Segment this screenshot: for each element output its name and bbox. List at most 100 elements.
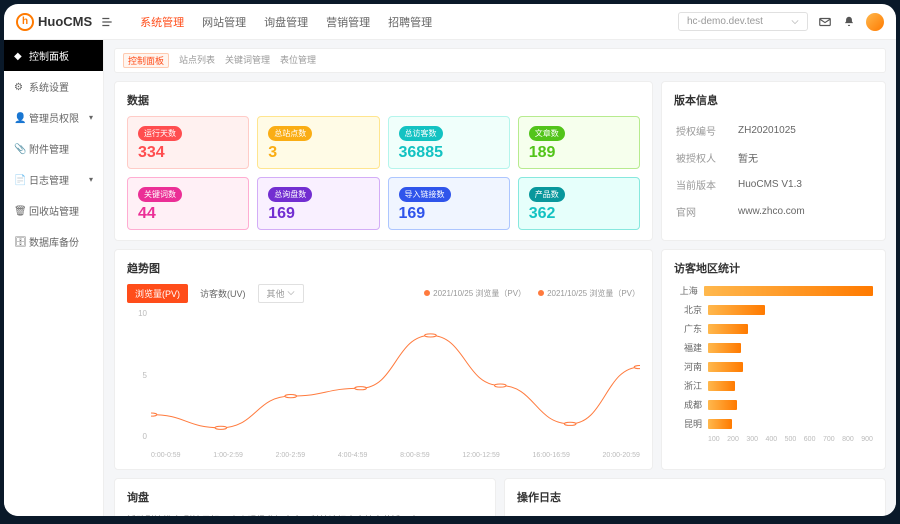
gear-icon: ⚙ xyxy=(14,82,24,92)
trend-chart: 1050 0:00-0:591:00-2:592:00-2:594:00-4:5… xyxy=(127,309,640,459)
stat-label: 总站点数 xyxy=(268,126,312,141)
stat-card: 产品数362 xyxy=(518,177,640,230)
oplog-panel: 操作日志 管理员334号更新了关于我们的内容。 2021-10-25 15:13 xyxy=(504,478,886,516)
stat-label: 导入链接数 xyxy=(399,187,451,202)
stat-card: 总访客数36885 xyxy=(388,116,510,169)
region-row: 成都 xyxy=(674,398,873,411)
mail-icon[interactable] xyxy=(818,15,832,29)
stat-label: 关键词数 xyxy=(138,187,182,202)
chevron-down-icon: ▾ xyxy=(89,113,93,122)
trash-icon: 🗑 xyxy=(14,206,24,216)
region-bar xyxy=(704,286,873,296)
region-label: 成都 xyxy=(674,398,702,411)
topnav-item[interactable]: 网站管理 xyxy=(202,14,246,30)
tab-pv[interactable]: 浏览量(PV) xyxy=(127,284,188,303)
region-bar xyxy=(708,400,737,410)
version-value: www.zhco.com xyxy=(738,199,871,224)
chevron-down-icon xyxy=(791,18,799,26)
region-row: 北京 xyxy=(674,303,873,316)
stat-card: 文章数 189 xyxy=(518,116,640,169)
region-panel: 访客地区统计 上海北京广东福建河南浙江成都昆明 1002003004005006… xyxy=(661,249,886,470)
sidebar: ◆控制面板⚙系统设置👤管理员权限▾📎附件管理📄日志管理▾🗑回收站管理🗄数据库备份 xyxy=(4,40,104,516)
region-bar xyxy=(708,381,735,391)
sidebar-item[interactable]: ◆控制面板 xyxy=(4,40,103,71)
domain-value: hc-demo.dev.test xyxy=(687,16,763,27)
stat-card: 总询盘数 169 xyxy=(257,177,379,230)
region-row: 福建 xyxy=(674,341,873,354)
sidebar-item[interactable]: 🗄数据库备份 xyxy=(4,226,103,257)
region-label: 河南 xyxy=(674,360,702,373)
region-row: 广东 xyxy=(674,322,873,335)
stat-label: 产品数 xyxy=(529,187,565,202)
version-key: 被授权人 xyxy=(676,145,736,170)
region-label: 福建 xyxy=(674,341,702,354)
sidebar-item[interactable]: 📄日志管理▾ xyxy=(4,164,103,195)
stat-value: 44 xyxy=(138,205,238,223)
region-label: 北京 xyxy=(674,303,702,316)
avatar[interactable] xyxy=(866,13,884,31)
breadcrumb-item[interactable]: 关键词管理 xyxy=(225,53,270,68)
inquiry-text: 活动引流推广 引流目标70人走现场参加大会，科技论坛大会地点黄浦，本周五举办。 xyxy=(127,513,421,516)
stat-card: 导入链接数 169 xyxy=(388,177,510,230)
topnav-item[interactable]: 招聘管理 xyxy=(388,14,432,30)
region-row: 昆明 xyxy=(674,417,873,430)
panel-title: 访客地区统计 xyxy=(674,260,873,276)
trend-other-select[interactable]: 其他 xyxy=(258,284,305,303)
tab-uv[interactable]: 访客数(UV) xyxy=(192,284,254,303)
version-value: 暂无 xyxy=(738,145,871,170)
breadcrumb-item[interactable]: 站点列表 xyxy=(179,53,215,68)
stat-label: 总访客数 xyxy=(399,126,443,141)
log-icon: 📄 xyxy=(14,175,24,185)
stat-value: 169 xyxy=(268,205,368,223)
version-key: 当前版本 xyxy=(676,172,736,197)
region-bar xyxy=(708,419,732,429)
top-nav: 系统管理 网站管理 询盘管理 营销管理 招聘管理 xyxy=(140,14,432,30)
region-row: 浙江 xyxy=(674,379,873,392)
region-bar xyxy=(708,305,765,315)
stat-label: 运行天数 xyxy=(138,126,182,141)
region-bar xyxy=(708,362,743,372)
sidebar-item[interactable]: 🗑回收站管理 xyxy=(4,195,103,226)
db-icon: 🗄 xyxy=(14,237,24,247)
stat-label: 总询盘数 xyxy=(268,187,312,202)
chart-legend: 2021/10/25 浏览量（PV） 2021/10/25 浏览量（PV） xyxy=(424,288,640,299)
stat-card: 运行天数334 xyxy=(127,116,249,169)
logo-icon: h xyxy=(16,13,34,31)
main-content: 控制面板站点列表关键词管理表位管理 数据 运行天数334 总站点数 3 总访客数368… xyxy=(104,40,896,516)
dashboard-icon: ◆ xyxy=(14,51,24,61)
domain-select[interactable]: hc-demo.dev.test xyxy=(678,12,808,31)
region-label: 上海 xyxy=(674,284,698,297)
stat-card: 关键词数 44 xyxy=(127,177,249,230)
stats-panel: 数据 运行天数334 总站点数 3 总访客数36885 文章数 189 关键词数 44 总询盘数… xyxy=(114,81,653,241)
logo: h HuoCMS xyxy=(16,13,92,31)
panel-title: 趋势图 xyxy=(127,260,640,276)
panel-title: 操作日志 xyxy=(517,489,873,505)
panel-title: 询盘 xyxy=(127,489,483,505)
stat-card: 总站点数 3 xyxy=(257,116,379,169)
topnav-item[interactable]: 询盘管理 xyxy=(264,14,308,30)
breadcrumb-item[interactable]: 表位管理 xyxy=(280,53,316,68)
bell-icon[interactable] xyxy=(842,15,856,29)
sidebar-item[interactable]: 📎附件管理 xyxy=(4,133,103,164)
region-row: 河南 xyxy=(674,360,873,373)
version-key: 授权编号 xyxy=(676,118,736,143)
region-label: 昆明 xyxy=(674,417,702,430)
breadcrumb: 控制面板站点列表关键词管理表位管理 xyxy=(114,48,886,73)
region-label: 广东 xyxy=(674,322,702,335)
trend-panel: 趋势图 浏览量(PV) 访客数(UV) 其他 2021/10/25 浏览量（PV… xyxy=(114,249,653,470)
topnav-item[interactable]: 营销管理 xyxy=(326,14,370,30)
version-key: 官网 xyxy=(676,199,736,224)
stat-value: 169 xyxy=(399,205,499,223)
stat-value: 189 xyxy=(529,144,629,162)
version-value: HuoCMS V1.3 xyxy=(738,172,871,197)
breadcrumb-item[interactable]: 控制面板 xyxy=(123,53,169,68)
menu-toggle-icon[interactable] xyxy=(100,15,114,29)
topnav-item[interactable]: 系统管理 xyxy=(140,14,184,30)
region-bar xyxy=(708,343,741,353)
stat-label: 文章数 xyxy=(529,126,565,141)
panel-title: 数据 xyxy=(127,92,640,108)
sidebar-item[interactable]: ⚙系统设置 xyxy=(4,71,103,102)
stat-value: 3 xyxy=(268,144,368,162)
sidebar-item[interactable]: 👤管理员权限▾ xyxy=(4,102,103,133)
region-row: 上海 xyxy=(674,284,873,297)
